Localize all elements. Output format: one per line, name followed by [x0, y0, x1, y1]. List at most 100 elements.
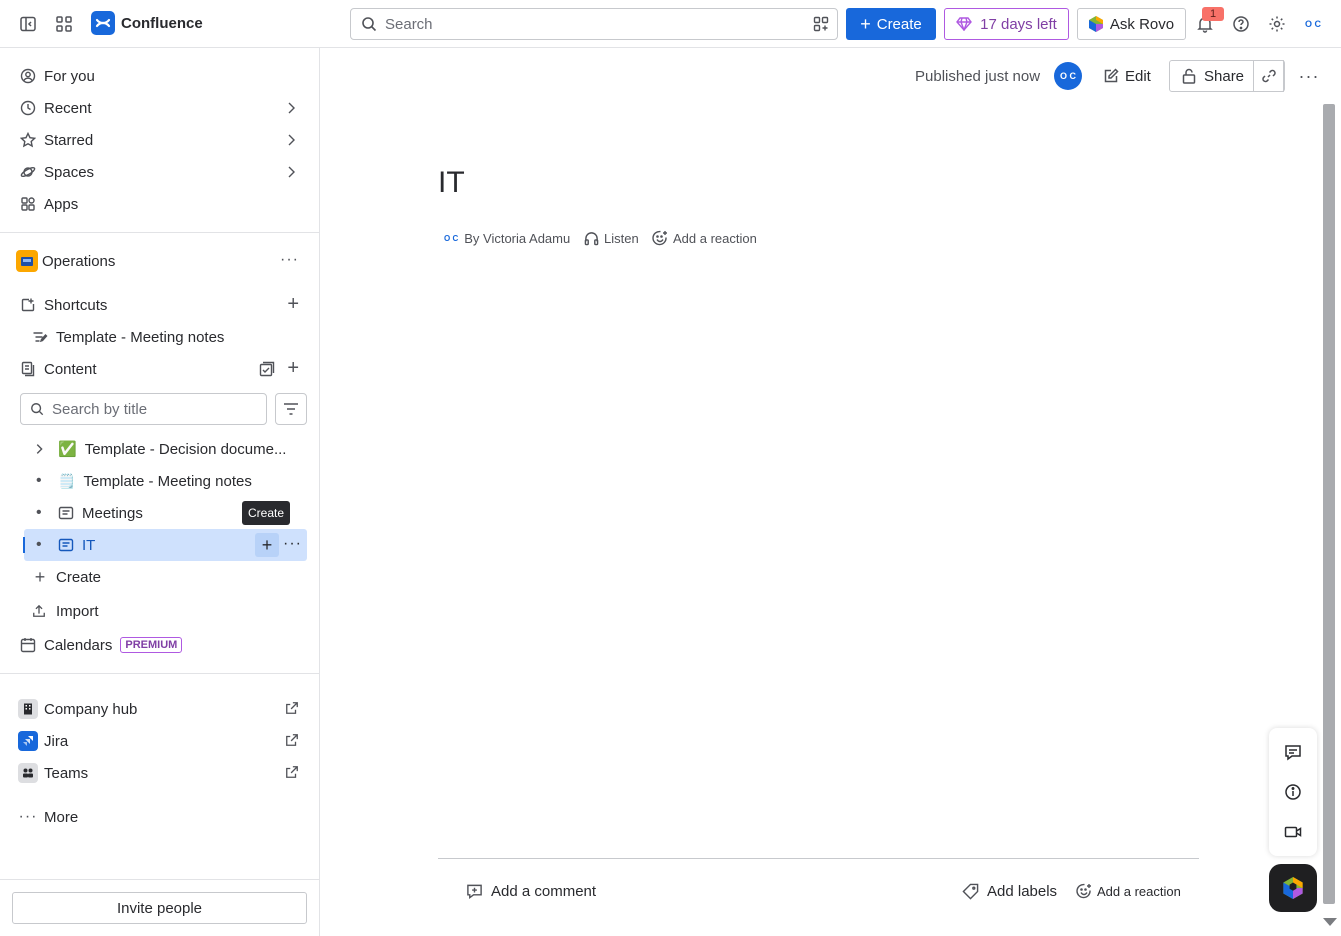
author-byline[interactable]: O C By Victoria Adamu [444, 227, 570, 249]
page-title[interactable]: IT [438, 166, 465, 200]
filter-icon [283, 402, 299, 416]
tree-item-decision[interactable]: ✅ Template - Decision docume... [32, 433, 286, 465]
tree-item-meetings[interactable]: • Meetings [36, 497, 143, 529]
content-filter-icon[interactable] [259, 361, 275, 377]
search-filter-icon[interactable] [813, 16, 829, 32]
author-avatar[interactable]: O C [1054, 62, 1082, 90]
sidebar-item-apps[interactable]: Apps [12, 188, 307, 220]
top-navigation-bar: Confluence Search + Create 17 days left … [0, 0, 1341, 48]
scroll-down-arrow-icon[interactable] [1323, 918, 1337, 926]
listen-button[interactable]: Listen [584, 227, 639, 249]
external-link-icon[interactable] [285, 701, 299, 715]
create-button[interactable]: + Create [846, 8, 936, 40]
clock-icon [16, 96, 40, 120]
page-content-area: Published just now O C Edit Share ··· IT… [320, 48, 1341, 936]
import-button[interactable]: Import [32, 595, 99, 627]
planet-icon [16, 160, 40, 184]
comments-icon[interactable] [1281, 740, 1305, 764]
calendars-label: Calendars [44, 636, 113, 654]
bullet-icon: • [36, 536, 42, 553]
add-shortcut-icon[interactable]: + [287, 293, 299, 316]
more-actions-icon[interactable]: ··· [1297, 60, 1321, 92]
space-header-operations[interactable]: Operations ··· [12, 245, 307, 277]
plus-icon: + [860, 13, 871, 34]
footer-reaction-label: Add a reaction [1097, 883, 1181, 899]
invite-people-button[interactable]: Invite people [12, 892, 307, 924]
rovo-chat-button[interactable] [1269, 864, 1317, 912]
sidebar-item-for-you[interactable]: For you [12, 60, 307, 92]
vertical-scrollbar[interactable] [1323, 104, 1335, 904]
tree-item-meeting-notes[interactable]: • 🗒️ Template - Meeting notes [36, 465, 252, 497]
space-name: Operations [42, 252, 116, 270]
trial-label: 17 days left [980, 15, 1057, 33]
add-comment-button[interactable]: Add a comment [466, 879, 596, 903]
jira-icon [16, 729, 40, 753]
more-options-icon[interactable]: ··· [280, 251, 299, 269]
star-icon [16, 128, 40, 152]
sidebar-toggle-icon[interactable] [16, 12, 40, 36]
external-link-label: Company hub [44, 700, 138, 718]
bullet-icon: • [36, 472, 42, 489]
tree-item-label: IT [82, 536, 96, 554]
trial-button[interactable]: 17 days left [944, 8, 1069, 40]
confluence-logo[interactable]: Confluence [91, 11, 203, 35]
tree-item-it[interactable]: • IT [36, 529, 95, 561]
add-comment-label: Add a comment [491, 882, 597, 900]
chevron-right-icon[interactable] [283, 164, 299, 180]
external-link-icon[interactable] [285, 765, 299, 779]
ask-rovo-button[interactable]: Ask Rovo [1077, 8, 1186, 40]
more-options-icon[interactable]: ··· [283, 535, 302, 553]
author-avatar-initials: O C [1059, 71, 1076, 81]
sidebar-item-starred[interactable]: Starred [12, 124, 307, 156]
external-link-company-hub[interactable]: Company hub [12, 693, 307, 725]
filter-button[interactable] [275, 393, 307, 425]
chevron-right-icon[interactable] [32, 442, 48, 456]
sidebar-content[interactable]: Content + [12, 353, 307, 385]
external-link-icon[interactable] [285, 733, 299, 747]
add-labels-label: Add labels [987, 882, 1058, 900]
external-link-teams[interactable]: Teams [12, 757, 307, 789]
shortcut-item[interactable]: Template - Meeting notes [32, 321, 224, 353]
comment-add-icon [466, 883, 483, 900]
sidebar-shortcuts[interactable]: Shortcuts + [12, 289, 307, 321]
add-reaction-button[interactable]: Add a reaction [652, 227, 757, 249]
check-emoji-icon: ✅ [58, 441, 77, 458]
confluence-logo-icon [91, 11, 115, 35]
video-icon[interactable] [1281, 820, 1305, 844]
sidebar-item-recent[interactable]: Recent [12, 92, 307, 124]
sidebar-calendars[interactable]: Calendars PREMIUM [12, 629, 307, 661]
app-switcher-icon[interactable] [52, 12, 76, 36]
help-icon[interactable] [1229, 12, 1253, 36]
sidebar: For you Recent Starred Spaces Apps Opera… [0, 48, 320, 936]
create-content-button[interactable]: + Create [32, 561, 101, 593]
search-by-title-input[interactable]: Search by title [20, 393, 267, 425]
premium-badge: PREMIUM [120, 637, 183, 653]
notepad-emoji-icon: 🗒️ [58, 472, 76, 489]
sidebar-item-spaces[interactable]: Spaces [12, 156, 307, 188]
settings-gear-icon[interactable] [1265, 12, 1289, 36]
footer-add-reaction-button[interactable]: Add a reaction [1076, 879, 1181, 903]
invite-people-label: Invite people [116, 899, 203, 917]
emoji-add-icon [1076, 883, 1092, 899]
add-content-icon[interactable]: + [287, 357, 299, 380]
add-child-page-icon[interactable]: + [255, 533, 279, 557]
plus-icon: + [34, 566, 46, 587]
copy-link-button[interactable] [1253, 60, 1285, 92]
tree-item-label: Meetings [82, 504, 143, 522]
sidebar-item-label: Recent [44, 99, 92, 117]
edit-button[interactable]: Edit [1103, 60, 1155, 92]
info-icon[interactable] [1281, 780, 1305, 804]
add-labels-button[interactable]: Add labels [962, 879, 1057, 903]
chevron-right-icon[interactable] [283, 132, 299, 148]
profile-avatar[interactable]: O C [1300, 12, 1326, 36]
sidebar-more[interactable]: ··· More [12, 801, 307, 833]
sidebar-item-label: Spaces [44, 163, 95, 181]
edit-label: Edit [1125, 67, 1151, 85]
person-circle-icon [16, 64, 40, 88]
search-input[interactable]: Search [350, 8, 838, 40]
sidebar-item-label: For you [44, 67, 95, 85]
share-label: Share [1204, 67, 1245, 85]
chevron-right-icon[interactable] [283, 100, 299, 116]
shortcuts-label: Shortcuts [44, 296, 108, 314]
external-link-jira[interactable]: Jira [12, 725, 307, 757]
